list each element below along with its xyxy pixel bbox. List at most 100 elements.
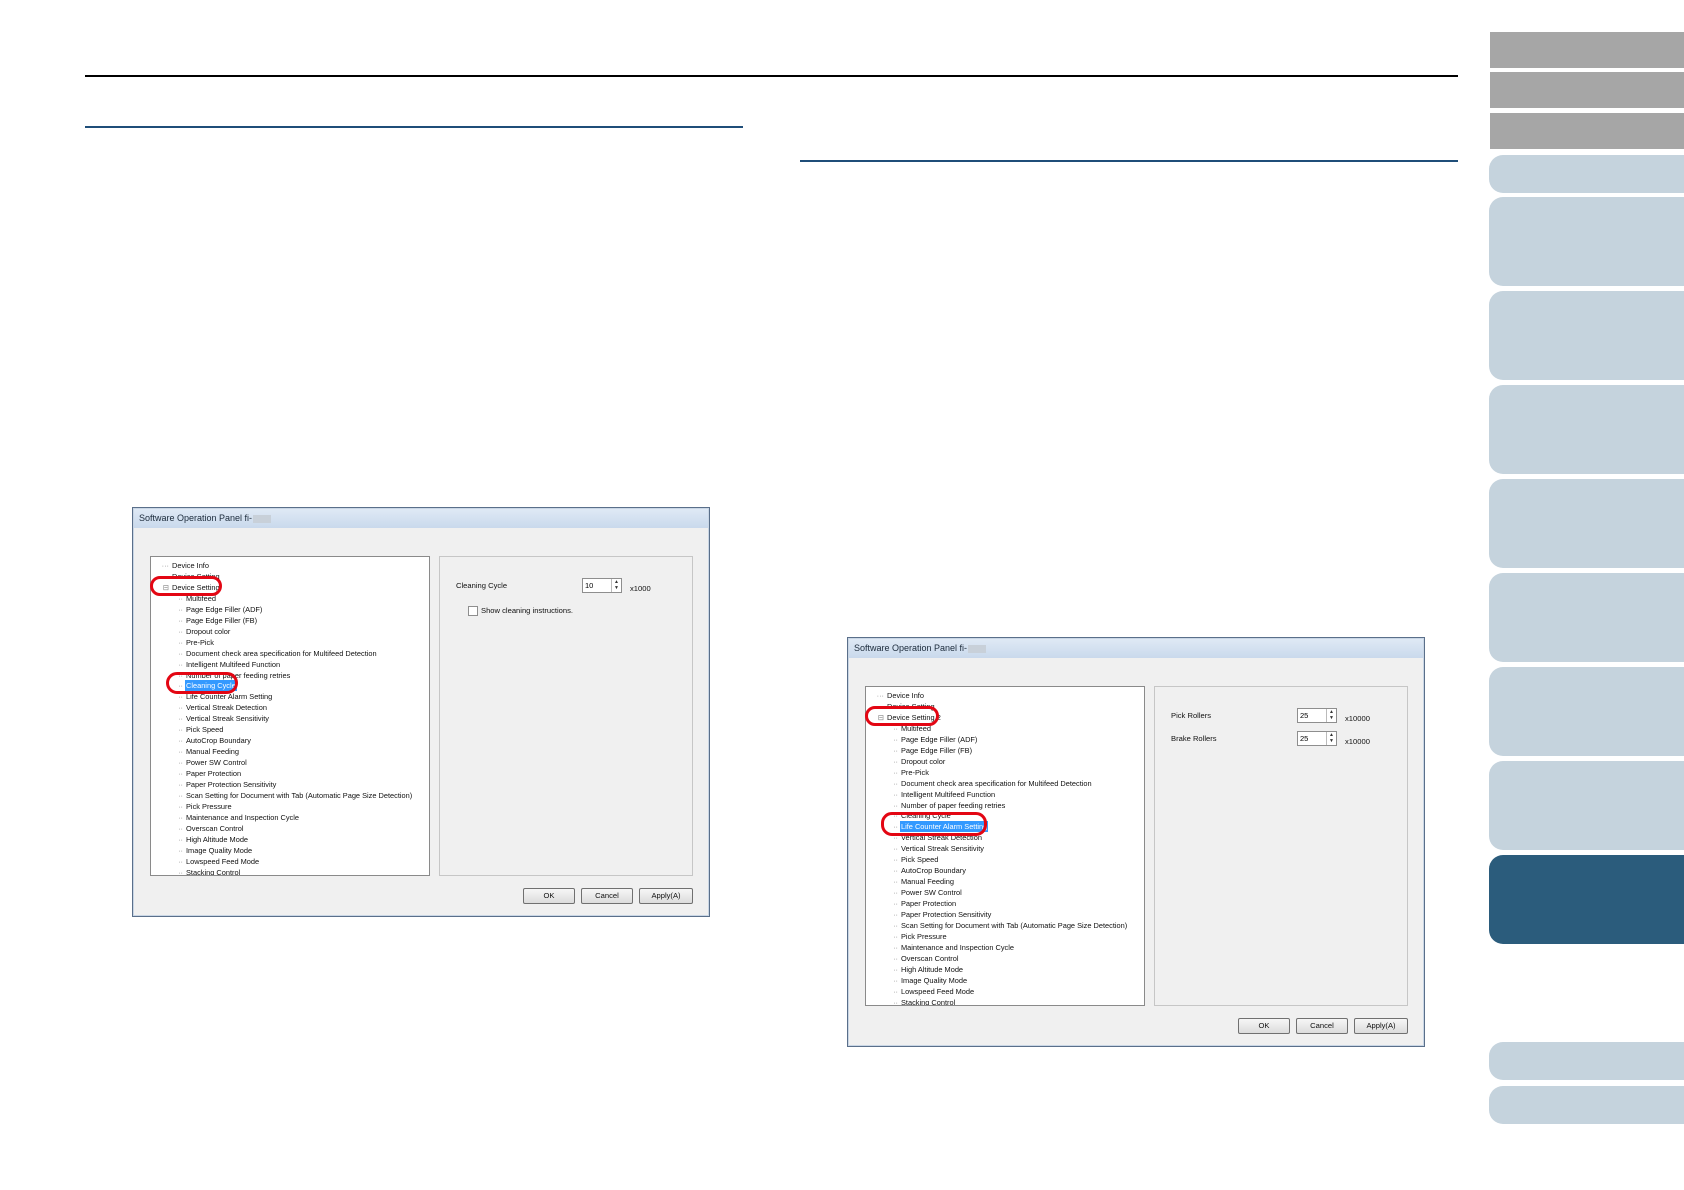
tree-item[interactable]: ·· Page Edge Filler (FB) [171,615,258,626]
tree-item[interactable]: ·· Stacking Control [886,997,956,1006]
pick-rollers-spinbox[interactable]: 25 ▲ ▼ [1297,708,1337,723]
tree-item[interactable]: ·· Paper Protection [171,768,242,779]
tree-item[interactable]: ·· Pick Pressure [171,801,233,812]
nav-tab-chapter-1[interactable] [1489,197,1684,286]
nav-tab-appendix[interactable] [1489,1042,1684,1080]
tree-item[interactable]: ·· Document check area specification for … [886,778,1093,789]
spin-arrows-icon[interactable]: ▲ ▼ [1326,732,1336,745]
tree-item[interactable]: ·· Maintenance and Inspection Cycle [171,812,300,823]
tree-item[interactable]: ·· Paper Protection Sensitivity [886,909,992,920]
spin-arrows-icon[interactable]: ▲ ▼ [1326,709,1336,722]
cancel-button[interactable]: Cancel [1296,1018,1348,1034]
tree-item[interactable]: ·· AutoCrop Boundary [886,865,967,876]
tree-item-label: Paper Protection Sensitivity [901,910,992,919]
tree-item[interactable]: ·· Number of paper feeding retries [886,800,1006,811]
tree-connector-icon: ·· [178,790,183,800]
tree-item-label: Number of paper feeding retries [901,800,1006,810]
tree-item[interactable]: ·· High Altitude Mode [886,964,964,975]
tree-item[interactable]: ·· AutoCrop Boundary [171,735,252,746]
tree-item[interactable]: ·· Vertical Streak Sensitivity [171,713,270,724]
tree-item-label: Document check area specification for Mu… [901,778,1092,788]
nav-tab-glossary[interactable] [1489,1086,1684,1124]
tree-item[interactable]: ·· Vertical Streak Detection [171,702,268,713]
tree-item[interactable]: ·· Dropout color [886,756,946,767]
nav-tab-index[interactable] [1490,113,1684,149]
tree-item[interactable]: ·· Scan Setting for Document with Tab (Au… [886,920,1128,931]
tree-item[interactable]: ·· Page Edge Filler (ADF) [886,734,978,745]
tree-item[interactable]: ·· Overscan Control [171,823,245,834]
apply-button[interactable]: Apply(A) [639,888,693,904]
pick-rollers-value: 25 [1300,711,1309,720]
nav-tab-chapter-6[interactable] [1489,667,1684,756]
settings-tree[interactable]: ··· Device Info ··· Device Setting ⊟ Device S… [865,686,1145,1006]
tree-item[interactable]: ·· Overscan Control [886,953,960,964]
nav-tab-introduction[interactable] [1489,155,1684,193]
tree-connector-icon: ·· [178,626,183,636]
tree-item-label: Vertical Streak Sensitivity [186,714,269,724]
tree-item[interactable]: ·· Manual Feeding [886,876,955,887]
nav-tab-chapter-2[interactable] [1489,291,1684,380]
tree-item-label: Power SW Control [186,758,247,768]
header-rule [85,75,1458,77]
tree-connector-icon: ·· [893,975,898,985]
tree-item[interactable]: ·· High Altitude Mode [171,834,249,845]
tree-connector-icon: ·· [893,844,898,854]
tree-item-label: Stacking Control [901,997,956,1006]
tree-item[interactable]: ·· Power SW Control [886,887,963,898]
tree-item[interactable]: ·· Intelligent Multifeed Function [171,659,281,670]
nav-tab-top[interactable] [1490,32,1684,68]
tree-item[interactable]: ··· Device Info [157,560,210,571]
tree-item[interactable]: ·· Dropout color [171,626,231,637]
nav-tab-contents[interactable] [1490,72,1684,108]
tree-connector-icon: ·· [178,856,183,866]
cancel-button[interactable]: Cancel [581,888,633,904]
spin-arrows-icon[interactable]: ▲ ▼ [611,579,621,592]
tree-item[interactable]: ·· Image Quality Mode [171,845,253,856]
tree-item[interactable]: ·· Manual Feeding [171,746,240,757]
tree-item[interactable]: ·· Page Edge Filler (ADF) [171,604,263,615]
tree-connector-icon: ··· [876,691,884,700]
nav-tab-chapter-4[interactable] [1489,479,1684,568]
tree-item[interactable]: ·· Pick Pressure [886,931,948,942]
tree-item[interactable]: ·· Vertical Streak Sensitivity [886,843,985,854]
tree-connector-icon: ·· [893,767,898,777]
cleaning-cycle-spinbox[interactable]: 10 ▲ ▼ [582,578,622,593]
tree-item[interactable]: ·· Maintenance and Inspection Cycle [886,942,1015,953]
nav-tab-chapter-3[interactable] [1489,385,1684,474]
tree-connector-icon: ·· [178,812,183,822]
tree-item[interactable]: ·· Image Quality Mode [886,975,968,986]
window-titlebar: Software Operation Panel fi- [849,639,1423,658]
ok-button[interactable]: OK [1238,1018,1290,1034]
nav-tab-chapter-5[interactable] [1489,573,1684,662]
tree-item[interactable]: ·· Lowspeed Feed Mode [171,856,260,867]
tree-item-label: Maintenance and Inspection Cycle [901,942,1014,952]
ok-button[interactable]: OK [523,888,575,904]
apply-button[interactable]: Apply(A) [1354,1018,1408,1034]
show-instructions-checkbox[interactable] [468,606,478,616]
settings-tree[interactable]: ··· Device Info ··· Device Setting ⊟ Device S… [150,556,430,876]
tree-item[interactable]: ·· Page Edge Filler (FB) [886,745,973,756]
tree-item[interactable]: ·· Intelligent Multifeed Function [886,789,996,800]
tree-connector-icon: ·· [178,758,183,768]
tree-connector-icon: ·· [893,888,898,898]
window-title: Software Operation Panel fi- [854,643,968,653]
tree-item-label: High Altitude Mode [186,834,249,844]
tree-item[interactable]: ··· Device Info [872,690,925,701]
tree-item[interactable]: ·· Pick Speed [886,854,939,865]
tree-item-label: Intelligent Multifeed Function [186,659,281,669]
tree-item[interactable]: ·· Paper Protection [886,898,957,909]
tree-item[interactable]: ·· Scan Setting for Document with Tab (Au… [171,790,413,801]
nav-tab-chapter-7[interactable] [1489,761,1684,850]
tree-item[interactable]: ·· Pre-Pick [171,637,215,648]
tree-item[interactable]: ·· Pick Speed [171,724,224,735]
tree-item[interactable]: ·· Document check area specification for … [171,648,378,659]
tree-item[interactable]: ·· Pre-Pick [886,767,930,778]
nav-tab-chapter-8[interactable] [1489,855,1684,944]
tree-item[interactable]: ·· Paper Protection Sensitivity [171,779,277,790]
pick-rollers-unit: x10000 [1345,714,1370,723]
tree-item[interactable]: ·· Lowspeed Feed Mode [886,986,975,997]
tree-item[interactable]: ·· Stacking Control [171,867,241,875]
brake-rollers-spinbox[interactable]: 25 ▲ ▼ [1297,731,1337,746]
tree-connector-icon: ·· [178,615,183,625]
tree-item[interactable]: ·· Power SW Control [171,757,248,768]
